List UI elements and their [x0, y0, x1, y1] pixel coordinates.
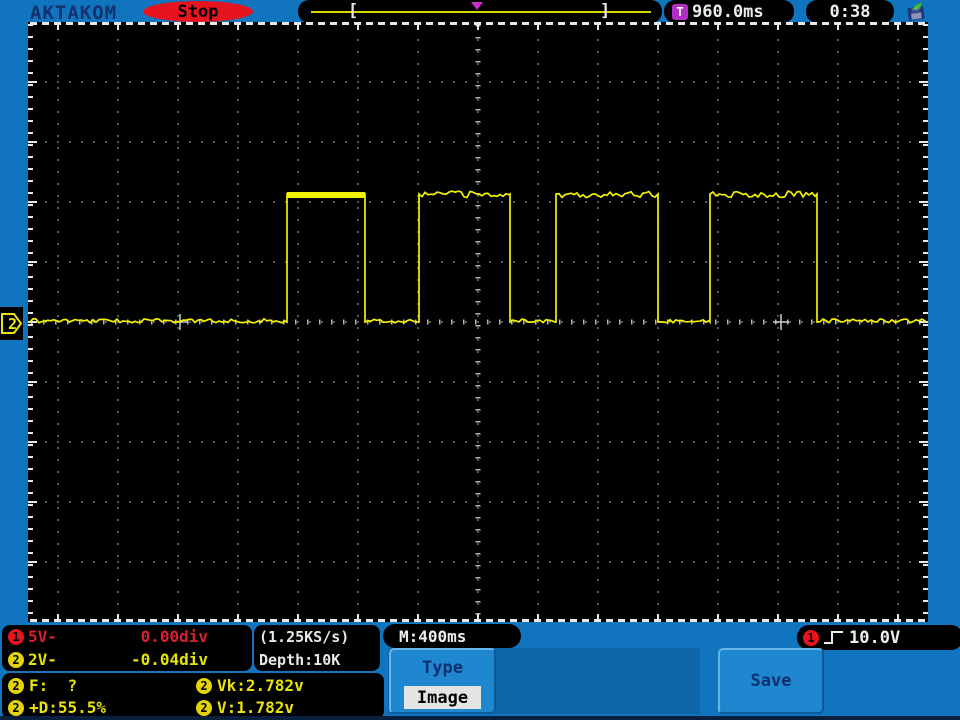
ch2-position-marker[interactable]: 2 [0, 307, 23, 340]
record-position-bar: [ ] [298, 0, 662, 23]
rising-edge-icon [824, 631, 843, 644]
trigger-channel-badge: 1 [803, 629, 819, 646]
type-button[interactable]: Type Image [389, 648, 496, 714]
waveform-display [28, 22, 928, 622]
trigger-position-marker-icon [471, 2, 483, 10]
trigger-t-icon: T [672, 3, 688, 20]
clock-value: 0:38 [829, 1, 871, 22]
acquisition-panel: (1.25KS/s) Depth:10K [254, 625, 380, 671]
type-label: Type [422, 658, 463, 678]
measure-ch-badge: 2 [8, 677, 24, 694]
trigger-time-value: 960.0ms [692, 1, 764, 22]
bottom-edge [0, 716, 960, 720]
measure-vpp: 2 Vk:2.782v [196, 675, 304, 696]
measure-ch-badge: 2 [196, 677, 212, 694]
window-end-bracket-icon: ] [600, 1, 611, 21]
window-start-bracket-icon: [ [348, 1, 359, 21]
type-value-image[interactable]: Image [404, 686, 481, 709]
ch2-offset: -0.04div [130, 650, 208, 669]
measure-value: +D:55.5% [29, 698, 107, 717]
measurements-panel: 2 F: ? 2 Vk:2.782v 2 +D:55.5% 2 V:1.782v [2, 673, 384, 719]
run-state-badge[interactable]: Stop [143, 1, 253, 22]
ch1-badge: 1 [8, 628, 24, 645]
measure-duty: 2 +D:55.5% [8, 697, 106, 718]
ch2-scale: 2V- [28, 650, 57, 669]
measure-value: F: ? [29, 676, 78, 695]
ch1-offset: 0.00div [140, 627, 208, 646]
measure-ch-badge: 2 [196, 699, 212, 716]
ch1-readout-row: 1 5V- 0.00div [2, 625, 252, 648]
brand-logo: AKTAKOM [30, 2, 118, 24]
svg-text:2: 2 [8, 315, 17, 333]
ch2-readout-row: 2 2V- -0.04div [2, 648, 252, 671]
clock-pill: 0:38 [806, 0, 894, 23]
channel-readout-panel: 1 5V- 0.00div 2 2V- -0.04div [2, 625, 252, 671]
measure-ch-badge: 2 [8, 699, 24, 716]
timebase-pill: M:400ms [383, 624, 521, 648]
trigger-level-value: 10.0V [849, 627, 901, 648]
trigger-info-pill: 1 10.0V [797, 625, 960, 650]
trigger-time-pill: T 960.0ms [664, 0, 794, 23]
timebase-value: M:400ms [399, 626, 467, 646]
ch1-scale: 5V- [28, 627, 57, 646]
measure-value: V:1.782v [217, 698, 295, 717]
measure-value: Vk:2.782v [217, 676, 304, 695]
measure-frequency: 2 F: ? [8, 675, 77, 696]
sample-rate: (1.25KS/s) [259, 627, 350, 646]
ch2-badge: 2 [8, 651, 24, 668]
save-label: Save [750, 671, 792, 691]
save-button[interactable]: Save [718, 648, 824, 714]
memory-depth: Depth:10K [259, 650, 341, 669]
measure-vavg: 2 V:1.782v [196, 697, 294, 718]
